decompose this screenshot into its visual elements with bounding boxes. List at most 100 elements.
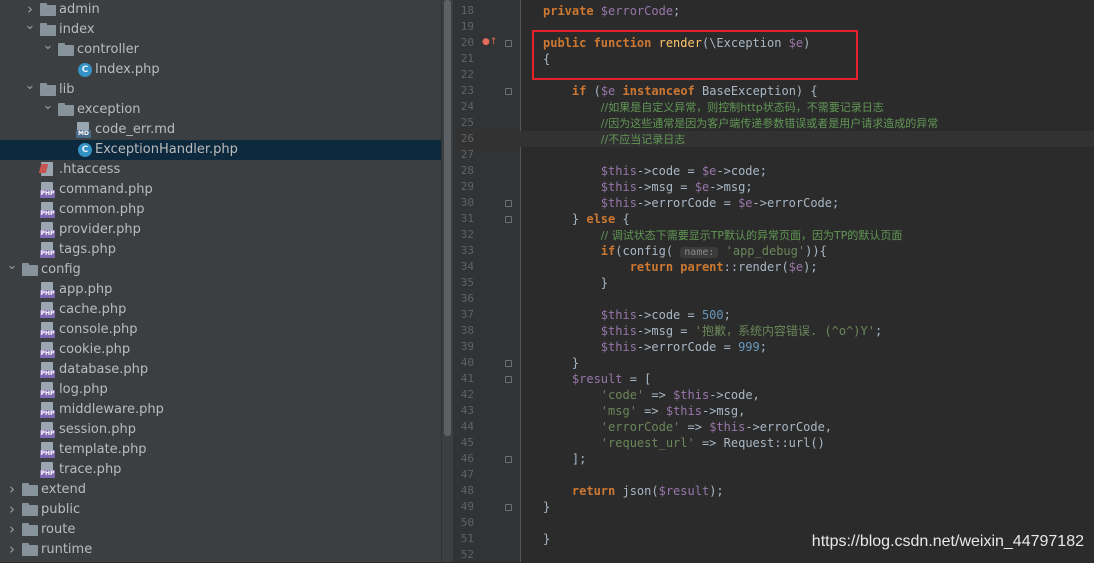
tree-item-command-php[interactable]: PHP command.php: [0, 180, 441, 200]
tree-item-template-php[interactable]: PHP template.php: [0, 440, 441, 460]
chevron-down-icon[interactable]: ⌄: [42, 99, 54, 120]
code-line[interactable]: 'code' => $this->code,: [543, 387, 760, 403]
tree-item-exception[interactable]: ⌄ exception: [0, 99, 441, 120]
code-token: $this: [600, 164, 637, 178]
code-line[interactable]: //不应当记录日志: [543, 131, 685, 147]
code-line[interactable]: private $errorCode;: [543, 3, 688, 19]
tree-item-runtime[interactable]: › runtime: [0, 540, 441, 560]
line-number: 52: [460, 548, 474, 561]
chevron-down-icon[interactable]: ⌄: [24, 79, 36, 100]
line-number: 42: [460, 388, 474, 401]
code-line[interactable]: 'request_url' => Request::url(): [543, 435, 825, 451]
code-line[interactable]: //因为这些通常是因为客户端传递参数错误或者是用户请求造成的异常: [543, 115, 938, 131]
htaccess-file-icon: [38, 162, 56, 178]
tree-item-provider-php[interactable]: PHP provider.php: [0, 220, 441, 240]
code-line[interactable]: $result = [: [543, 371, 651, 387]
code-line[interactable]: }: [543, 499, 550, 515]
code-token: $this: [600, 324, 637, 338]
code-line[interactable]: } else {: [543, 211, 630, 227]
tree-item-cache-php[interactable]: PHP cache.php: [0, 300, 441, 320]
code-line[interactable]: }: [543, 355, 579, 371]
chevron-right-icon[interactable]: ›: [6, 500, 18, 520]
line-number: 22: [460, 68, 474, 81]
tree-item-config[interactable]: ⌄ config: [0, 259, 441, 280]
tree-item-database-php[interactable]: PHP database.php: [0, 360, 441, 380]
fold-marker-icon[interactable]: [505, 88, 512, 95]
tree-item-label: common.php: [59, 202, 145, 217]
tree-item-console-php[interactable]: PHP console.php: [0, 320, 441, 340]
chevron-right-icon[interactable]: ›: [6, 480, 18, 500]
code-token: =>: [644, 404, 666, 418]
override-method-icon[interactable]: ●↑: [482, 37, 497, 47]
fold-marker-icon[interactable]: [505, 216, 512, 223]
tree-item-common-php[interactable]: PHP common.php: [0, 200, 441, 220]
tree-item-tags-php[interactable]: PHP tags.php: [0, 240, 441, 260]
code-token: errorCode;: [766, 196, 840, 210]
code-token: 'app_debug': [725, 244, 806, 258]
fold-marker-icon[interactable]: [505, 360, 512, 367]
chevron-right-icon[interactable]: ›: [6, 520, 18, 540]
tree-item-route[interactable]: › route: [0, 520, 441, 540]
code-line[interactable]: $this->errorCode = $e->errorCode;: [543, 195, 839, 211]
php-file-icon: PHP: [40, 342, 56, 358]
tree-item-app-php[interactable]: PHP app.php: [0, 280, 441, 300]
code-line[interactable]: if ($e instanceof BaseException) {: [543, 83, 818, 99]
code-line[interactable]: $this->errorCode = 999;: [543, 339, 767, 355]
tree-item-session-php[interactable]: PHP session.php: [0, 420, 441, 440]
chevron-right-icon[interactable]: ›: [6, 540, 18, 560]
tree-item-controller[interactable]: ⌄ controller: [0, 39, 441, 60]
tree-item-exceptionhandler-php[interactable]: C ExceptionHandler.php: [0, 140, 441, 160]
code-line[interactable]: }: [543, 275, 608, 291]
code-line[interactable]: $this->code = 500;: [543, 307, 731, 323]
chevron-right-icon[interactable]: ›: [24, 0, 36, 20]
folder-icon: [40, 3, 56, 16]
tree-item-lib[interactable]: ⌄ lib: [0, 79, 441, 100]
fold-marker-icon[interactable]: [505, 504, 512, 511]
code-line[interactable]: 'msg' => $this->msg,: [543, 403, 746, 419]
code-line[interactable]: //如果是自定义异常，则控制http状态码，不需要记录日志: [543, 99, 884, 115]
project-tree-scrollbar[interactable]: [441, 0, 453, 562]
tree-item-label: tags.php: [59, 242, 116, 257]
code-line[interactable]: // 调试状态下需要显示TP默认的异常页面，因为TP的默认页面: [543, 227, 903, 243]
fold-marker-icon[interactable]: [505, 376, 512, 383]
code-line[interactable]: }: [543, 531, 550, 547]
chevron-down-icon[interactable]: ⌄: [42, 39, 54, 60]
code-line[interactable]: return parent::render($e);: [543, 259, 818, 275]
tree-item-log-php[interactable]: PHP log.php: [0, 380, 441, 400]
fold-marker-icon[interactable]: [505, 40, 512, 47]
code-token: code,: [723, 388, 760, 402]
tree-item-index-php[interactable]: C Index.php: [0, 60, 441, 80]
tree-item-index[interactable]: ⌄ index: [0, 19, 441, 40]
code-token: =>: [687, 420, 710, 434]
code-line[interactable]: $this->msg = $e->msg;: [543, 179, 753, 195]
line-number: 49: [460, 500, 474, 513]
tree-item-label: public: [41, 502, 81, 517]
code-line[interactable]: $this->code = $e->code;: [543, 163, 767, 179]
tree-item-htaccess[interactable]: .htaccess: [0, 160, 441, 180]
chevron-down-icon[interactable]: ⌄: [24, 19, 36, 40]
fold-marker-icon[interactable]: [505, 456, 512, 463]
chevron-down-icon[interactable]: ⌄: [6, 259, 18, 280]
tree-item-extend[interactable]: › extend: [0, 480, 441, 500]
tree-item-cookie-php[interactable]: PHP cookie.php: [0, 340, 441, 360]
code-line[interactable]: return json($result);: [543, 483, 724, 499]
code-line[interactable]: 'errorCode' => $this->errorCode,: [543, 419, 832, 435]
code-line[interactable]: if(config( name: 'app_debug')){: [543, 243, 827, 259]
code-line[interactable]: $this->msg = '抱歉，系统内容错误. (^o^)Y';: [543, 323, 882, 339]
tree-item-trace-php[interactable]: PHP trace.php: [0, 460, 441, 480]
line-number: 44: [460, 420, 474, 433]
tree-item-label: ExceptionHandler.php: [95, 142, 238, 157]
tree-item-admin[interactable]: › admin: [0, 0, 441, 20]
project-tree-scrollbar-thumb[interactable]: [444, 0, 451, 436]
tree-item-public[interactable]: › public: [0, 500, 441, 520]
fold-marker-icon[interactable]: [505, 200, 512, 207]
code-line[interactable]: ];: [543, 451, 586, 467]
tree-item-label: index: [59, 22, 95, 37]
tree-item-code-err-md[interactable]: MD code_err.md: [0, 120, 441, 140]
tree-item-middleware-php[interactable]: PHP middleware.php: [0, 400, 441, 420]
tree-item-label: lib: [59, 82, 75, 97]
line-number: 23: [460, 84, 474, 97]
